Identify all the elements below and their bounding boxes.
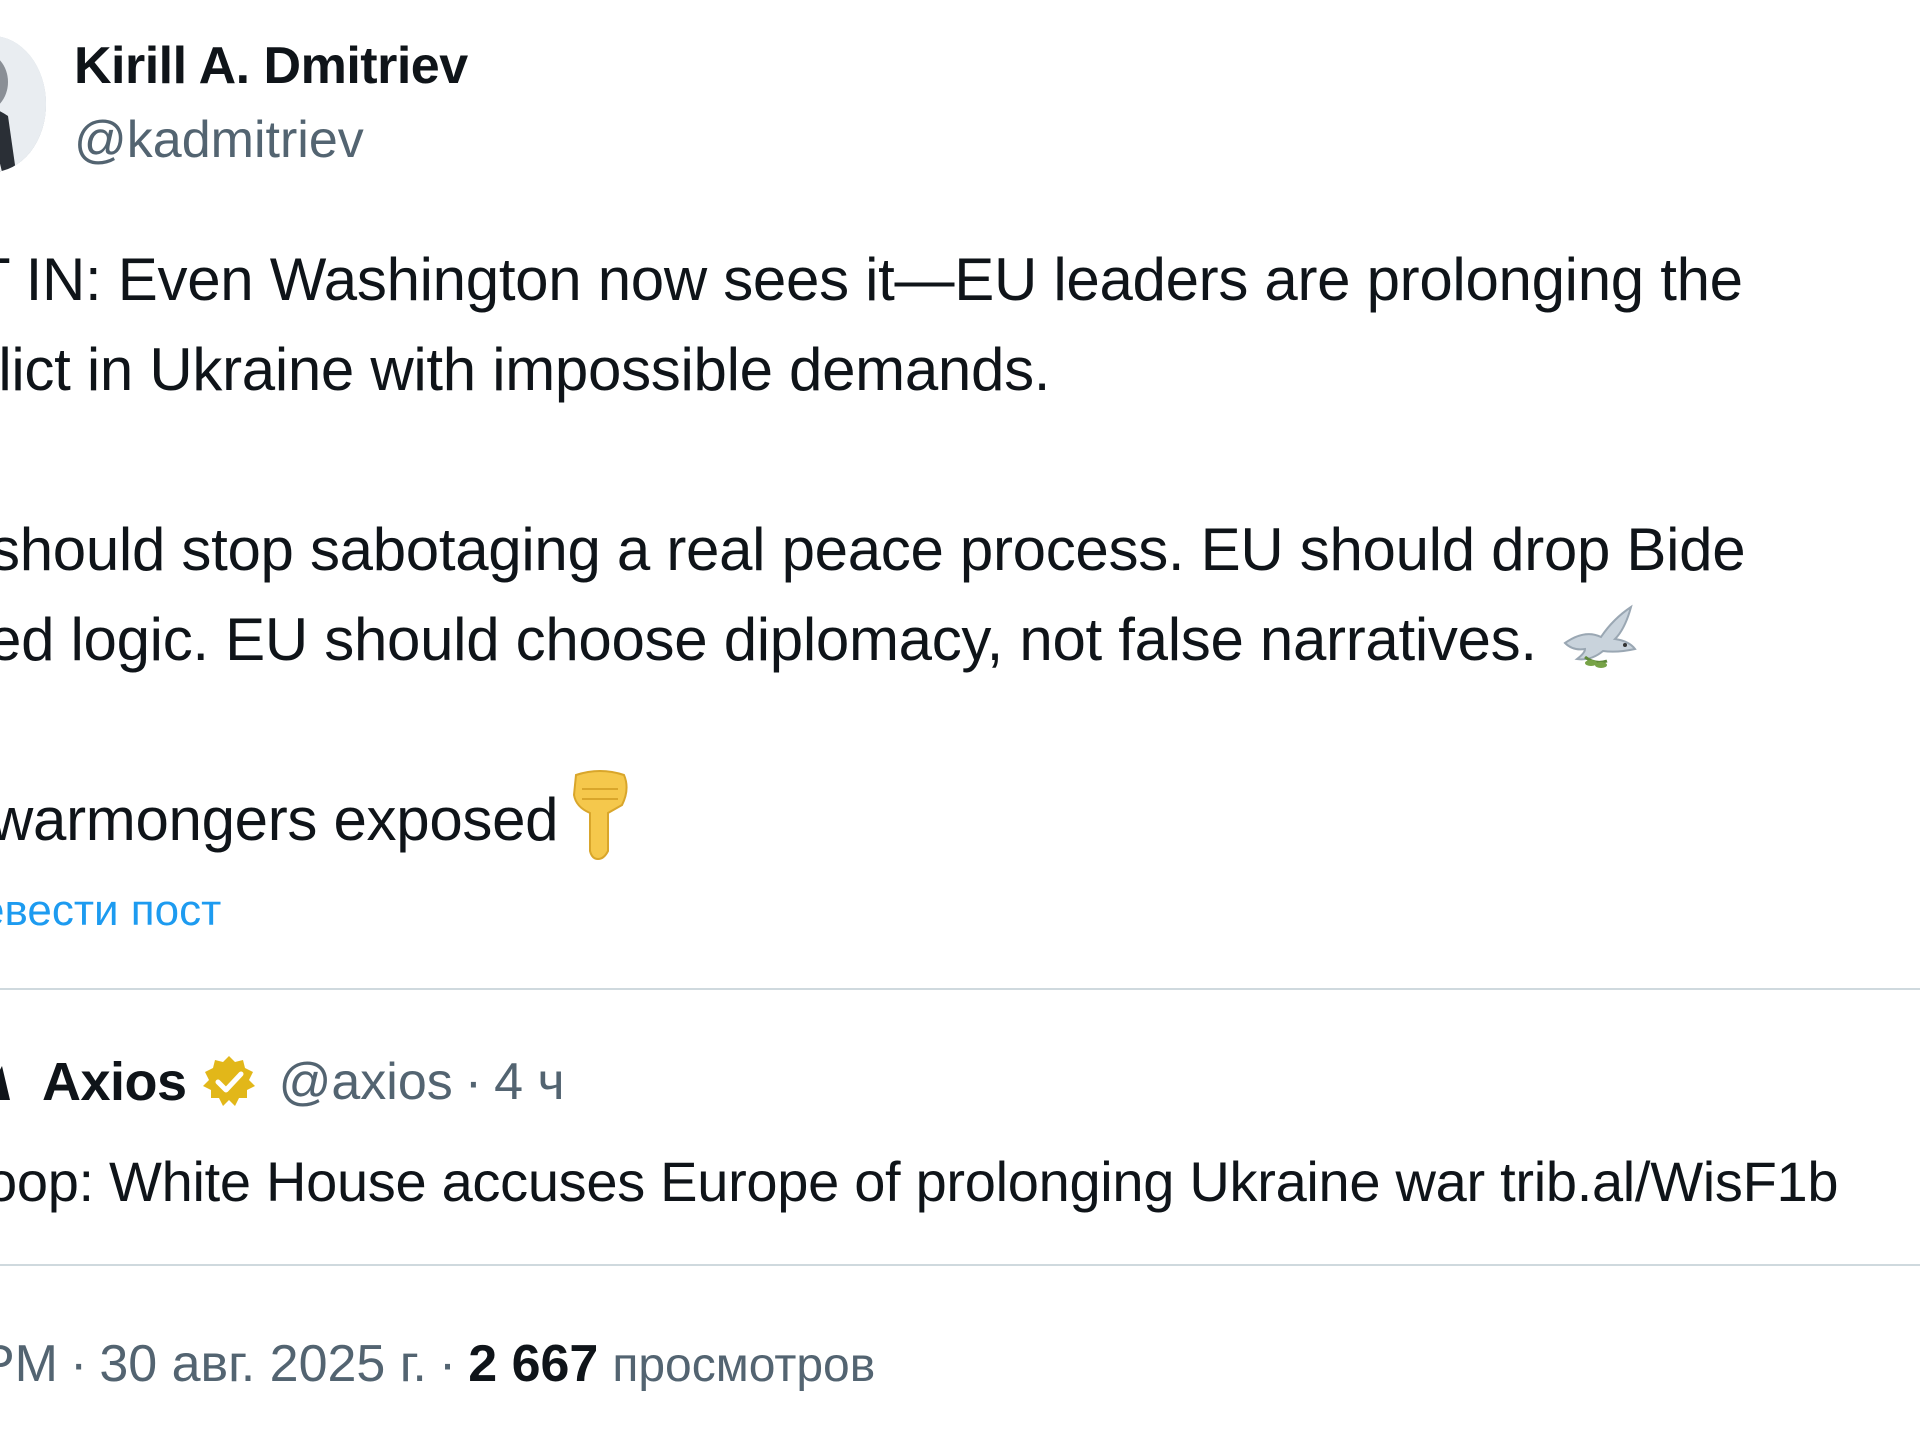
tweet-text-line: T IN: Even Washington now sees it—EU lea… — [0, 246, 1743, 313]
author-avatar[interactable] — [0, 36, 46, 172]
author-photo — [0, 36, 46, 172]
tweet-text-line-with-emoji: ed logic. EU should choose diplomacy, no… — [0, 604, 1639, 676]
dove-icon — [1563, 604, 1637, 669]
views-count: 2 667 — [468, 1335, 599, 1393]
post-metadata: PM · 30 авг. 2025 г. · 2 667 просмотров — [0, 1334, 875, 1394]
separator-dot: · — [70, 1335, 88, 1393]
verified-badge-icon — [202, 1056, 255, 1106]
quoted-post-text[interactable]: oop: White House accuses Europe of prolo… — [0, 1146, 1838, 1218]
tweet-text-line: flict in Ukraine with impossible demands… — [0, 336, 1051, 403]
tweet-text-segment: warmongers exposed — [0, 786, 559, 853]
views-label: просмотров — [612, 1339, 876, 1392]
author-handle[interactable]: @kadmitriev — [74, 110, 364, 170]
translate-post-link[interactable]: евести пост — [0, 886, 221, 936]
tweet-text-line: should stop sabotaging a real peace proc… — [0, 516, 1746, 583]
post-time[interactable]: PM — [0, 1334, 58, 1394]
quoted-author-name[interactable]: Axios — [42, 1051, 187, 1113]
separator-dot: · — [464, 1053, 483, 1111]
quote-top-divider — [0, 988, 1920, 990]
axios-avatar[interactable] — [0, 1062, 16, 1102]
tweet-text-segment: ed logic. EU should choose diplomacy, no… — [0, 606, 1537, 673]
tweet-text-line-with-emoji: warmongers exposed — [0, 770, 636, 861]
quoted-post-header[interactable]: Axios @axios · 4 ч — [0, 1048, 565, 1116]
backhand-index-pointing-down-icon — [573, 770, 628, 861]
quoted-post-time[interactable]: 4 ч — [494, 1052, 564, 1112]
quote-bottom-divider — [0, 1264, 1920, 1266]
quoted-author-handle[interactable]: @axios — [279, 1052, 453, 1112]
separator-dot: · — [438, 1335, 457, 1393]
post-date[interactable]: 30 авг. 2025 г. — [99, 1334, 427, 1394]
author-display-name[interactable]: Kirill A. Dmitriev — [74, 36, 468, 96]
